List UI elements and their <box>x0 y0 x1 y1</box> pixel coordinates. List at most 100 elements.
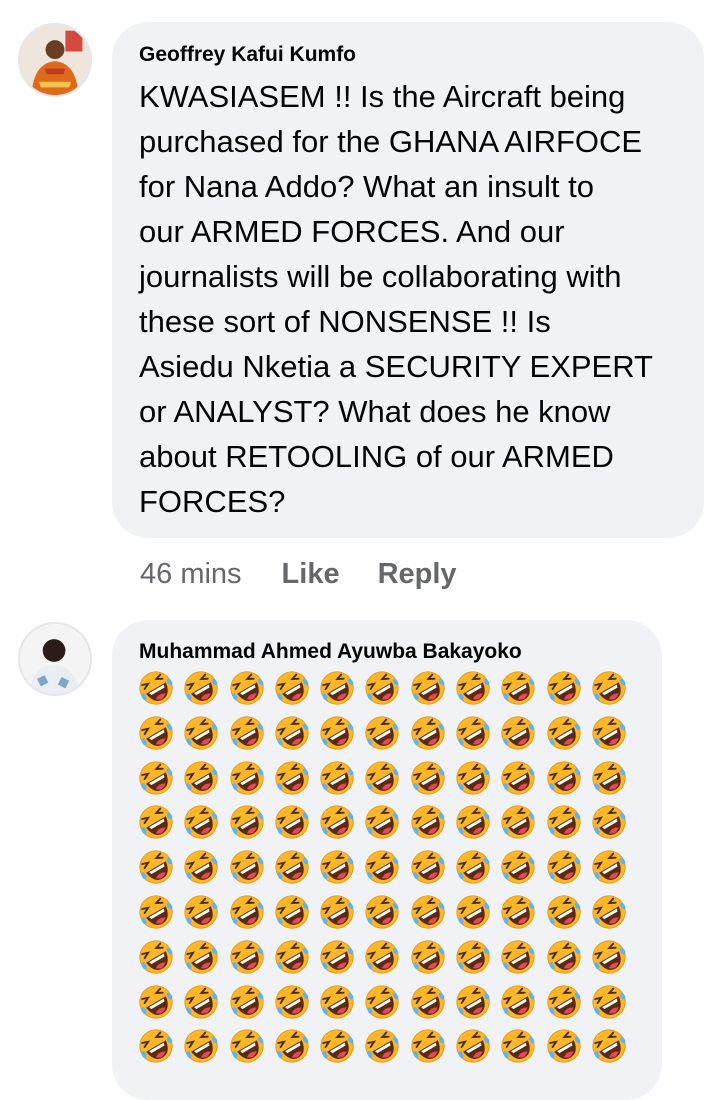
rolling-on-floor-laughing-emoji <box>409 803 447 841</box>
rolling-on-floor-laughing-emoji <box>409 714 447 752</box>
rolling-on-floor-laughing-emoji <box>545 1027 583 1065</box>
rolling-on-floor-laughing-emoji <box>499 714 537 752</box>
rolling-on-floor-laughing-emoji <box>318 803 356 841</box>
rolling-on-floor-laughing-emoji <box>182 983 220 1021</box>
comment-emoji-text <box>137 669 635 1072</box>
rolling-on-floor-laughing-emoji <box>137 803 175 841</box>
rolling-on-floor-laughing-emoji <box>499 759 537 797</box>
rolling-on-floor-laughing-emoji <box>363 669 401 707</box>
rolling-on-floor-laughing-emoji <box>228 983 266 1021</box>
rolling-on-floor-laughing-emoji <box>228 938 266 976</box>
rolling-on-floor-laughing-emoji <box>409 848 447 886</box>
rolling-on-floor-laughing-emoji <box>318 983 356 1021</box>
comment-author[interactable]: Geoffrey Kafui Kumfo <box>139 42 704 68</box>
comment-text: KWASIASEM !! Is the Aircraft being purch… <box>139 79 653 519</box>
rolling-on-floor-laughing-emoji <box>228 669 266 707</box>
rolling-on-floor-laughing-emoji <box>545 938 583 976</box>
rolling-on-floor-laughing-emoji <box>409 893 447 931</box>
rolling-on-floor-laughing-emoji <box>228 893 266 931</box>
rolling-on-floor-laughing-emoji <box>499 669 537 707</box>
like-button[interactable]: Like <box>282 558 340 591</box>
rolling-on-floor-laughing-emoji <box>545 759 583 797</box>
rolling-on-floor-laughing-emoji <box>590 893 628 931</box>
rolling-on-floor-laughing-emoji <box>454 938 492 976</box>
rolling-on-floor-laughing-emoji <box>182 759 220 797</box>
rolling-on-floor-laughing-emoji <box>182 669 220 707</box>
rolling-on-floor-laughing-emoji <box>454 803 492 841</box>
rolling-on-floor-laughing-emoji <box>137 893 175 931</box>
rolling-on-floor-laughing-emoji <box>590 759 628 797</box>
rolling-on-floor-laughing-emoji <box>363 893 401 931</box>
rolling-on-floor-laughing-emoji <box>454 983 492 1021</box>
rolling-on-floor-laughing-emoji <box>590 803 628 841</box>
avatar-photo <box>20 25 90 95</box>
comment-actions: 46 mins Like Reply <box>140 556 495 592</box>
reply-button[interactable]: Reply <box>378 558 457 591</box>
rolling-on-floor-laughing-emoji <box>499 803 537 841</box>
rolling-on-floor-laughing-emoji <box>499 893 537 931</box>
rolling-on-floor-laughing-emoji <box>590 938 628 976</box>
rolling-on-floor-laughing-emoji <box>137 759 175 797</box>
rolling-on-floor-laughing-emoji <box>363 714 401 752</box>
rolling-on-floor-laughing-emoji <box>454 848 492 886</box>
rolling-on-floor-laughing-emoji <box>137 1027 175 1065</box>
rolling-on-floor-laughing-emoji <box>499 1027 537 1065</box>
rolling-on-floor-laughing-emoji <box>590 1027 628 1065</box>
rolling-on-floor-laughing-emoji <box>182 848 220 886</box>
rolling-on-floor-laughing-emoji <box>590 983 628 1021</box>
rolling-on-floor-laughing-emoji <box>590 714 628 752</box>
rolling-on-floor-laughing-emoji <box>499 848 537 886</box>
rolling-on-floor-laughing-emoji <box>545 983 583 1021</box>
comment-bubble: Geoffrey Kafui Kumfo KWASIASEM !! Is the… <box>112 22 704 538</box>
rolling-on-floor-laughing-emoji <box>590 669 628 707</box>
rolling-on-floor-laughing-emoji <box>454 893 492 931</box>
rolling-on-floor-laughing-emoji <box>228 759 266 797</box>
rolling-on-floor-laughing-emoji <box>273 983 311 1021</box>
rolling-on-floor-laughing-emoji <box>182 714 220 752</box>
rolling-on-floor-laughing-emoji <box>137 714 175 752</box>
rolling-on-floor-laughing-emoji <box>182 893 220 931</box>
rolling-on-floor-laughing-emoji <box>137 938 175 976</box>
rolling-on-floor-laughing-emoji <box>590 848 628 886</box>
rolling-on-floor-laughing-emoji <box>137 983 175 1021</box>
rolling-on-floor-laughing-emoji <box>318 669 356 707</box>
rolling-on-floor-laughing-emoji <box>228 848 266 886</box>
rolling-on-floor-laughing-emoji <box>318 848 356 886</box>
comment-author[interactable]: Muhammad Ahmed Ayuwba Bakayoko <box>139 639 662 665</box>
rolling-on-floor-laughing-emoji <box>454 1027 492 1065</box>
rolling-on-floor-laughing-emoji <box>318 714 356 752</box>
rolling-on-floor-laughing-emoji <box>318 938 356 976</box>
rolling-on-floor-laughing-emoji <box>228 714 266 752</box>
rolling-on-floor-laughing-emoji <box>363 938 401 976</box>
rolling-on-floor-laughing-emoji <box>545 848 583 886</box>
rolling-on-floor-laughing-emoji <box>137 669 175 707</box>
rolling-on-floor-laughing-emoji <box>273 803 311 841</box>
rolling-on-floor-laughing-emoji <box>182 1027 220 1065</box>
rolling-on-floor-laughing-emoji <box>182 938 220 976</box>
rolling-on-floor-laughing-emoji <box>137 848 175 886</box>
comment-timestamp[interactable]: 46 mins <box>140 558 242 591</box>
rolling-on-floor-laughing-emoji <box>409 1027 447 1065</box>
rolling-on-floor-laughing-emoji <box>273 714 311 752</box>
avatar[interactable] <box>18 23 92 97</box>
rolling-on-floor-laughing-emoji <box>363 983 401 1021</box>
rolling-on-floor-laughing-emoji <box>409 938 447 976</box>
rolling-on-floor-laughing-emoji <box>409 983 447 1021</box>
rolling-on-floor-laughing-emoji <box>499 938 537 976</box>
rolling-on-floor-laughing-emoji <box>318 759 356 797</box>
rolling-on-floor-laughing-emoji <box>182 803 220 841</box>
rolling-on-floor-laughing-emoji <box>454 669 492 707</box>
rolling-on-floor-laughing-emoji <box>545 669 583 707</box>
rolling-on-floor-laughing-emoji <box>545 714 583 752</box>
rolling-on-floor-laughing-emoji <box>228 803 266 841</box>
rolling-on-floor-laughing-emoji <box>228 1027 266 1065</box>
rolling-on-floor-laughing-emoji <box>454 759 492 797</box>
rolling-on-floor-laughing-emoji <box>499 983 537 1021</box>
rolling-on-floor-laughing-emoji <box>454 714 492 752</box>
rolling-on-floor-laughing-emoji <box>363 848 401 886</box>
avatar[interactable] <box>18 622 92 696</box>
rolling-on-floor-laughing-emoji <box>363 759 401 797</box>
rolling-on-floor-laughing-emoji <box>363 803 401 841</box>
rolling-on-floor-laughing-emoji <box>363 1027 401 1065</box>
rolling-on-floor-laughing-emoji <box>273 669 311 707</box>
